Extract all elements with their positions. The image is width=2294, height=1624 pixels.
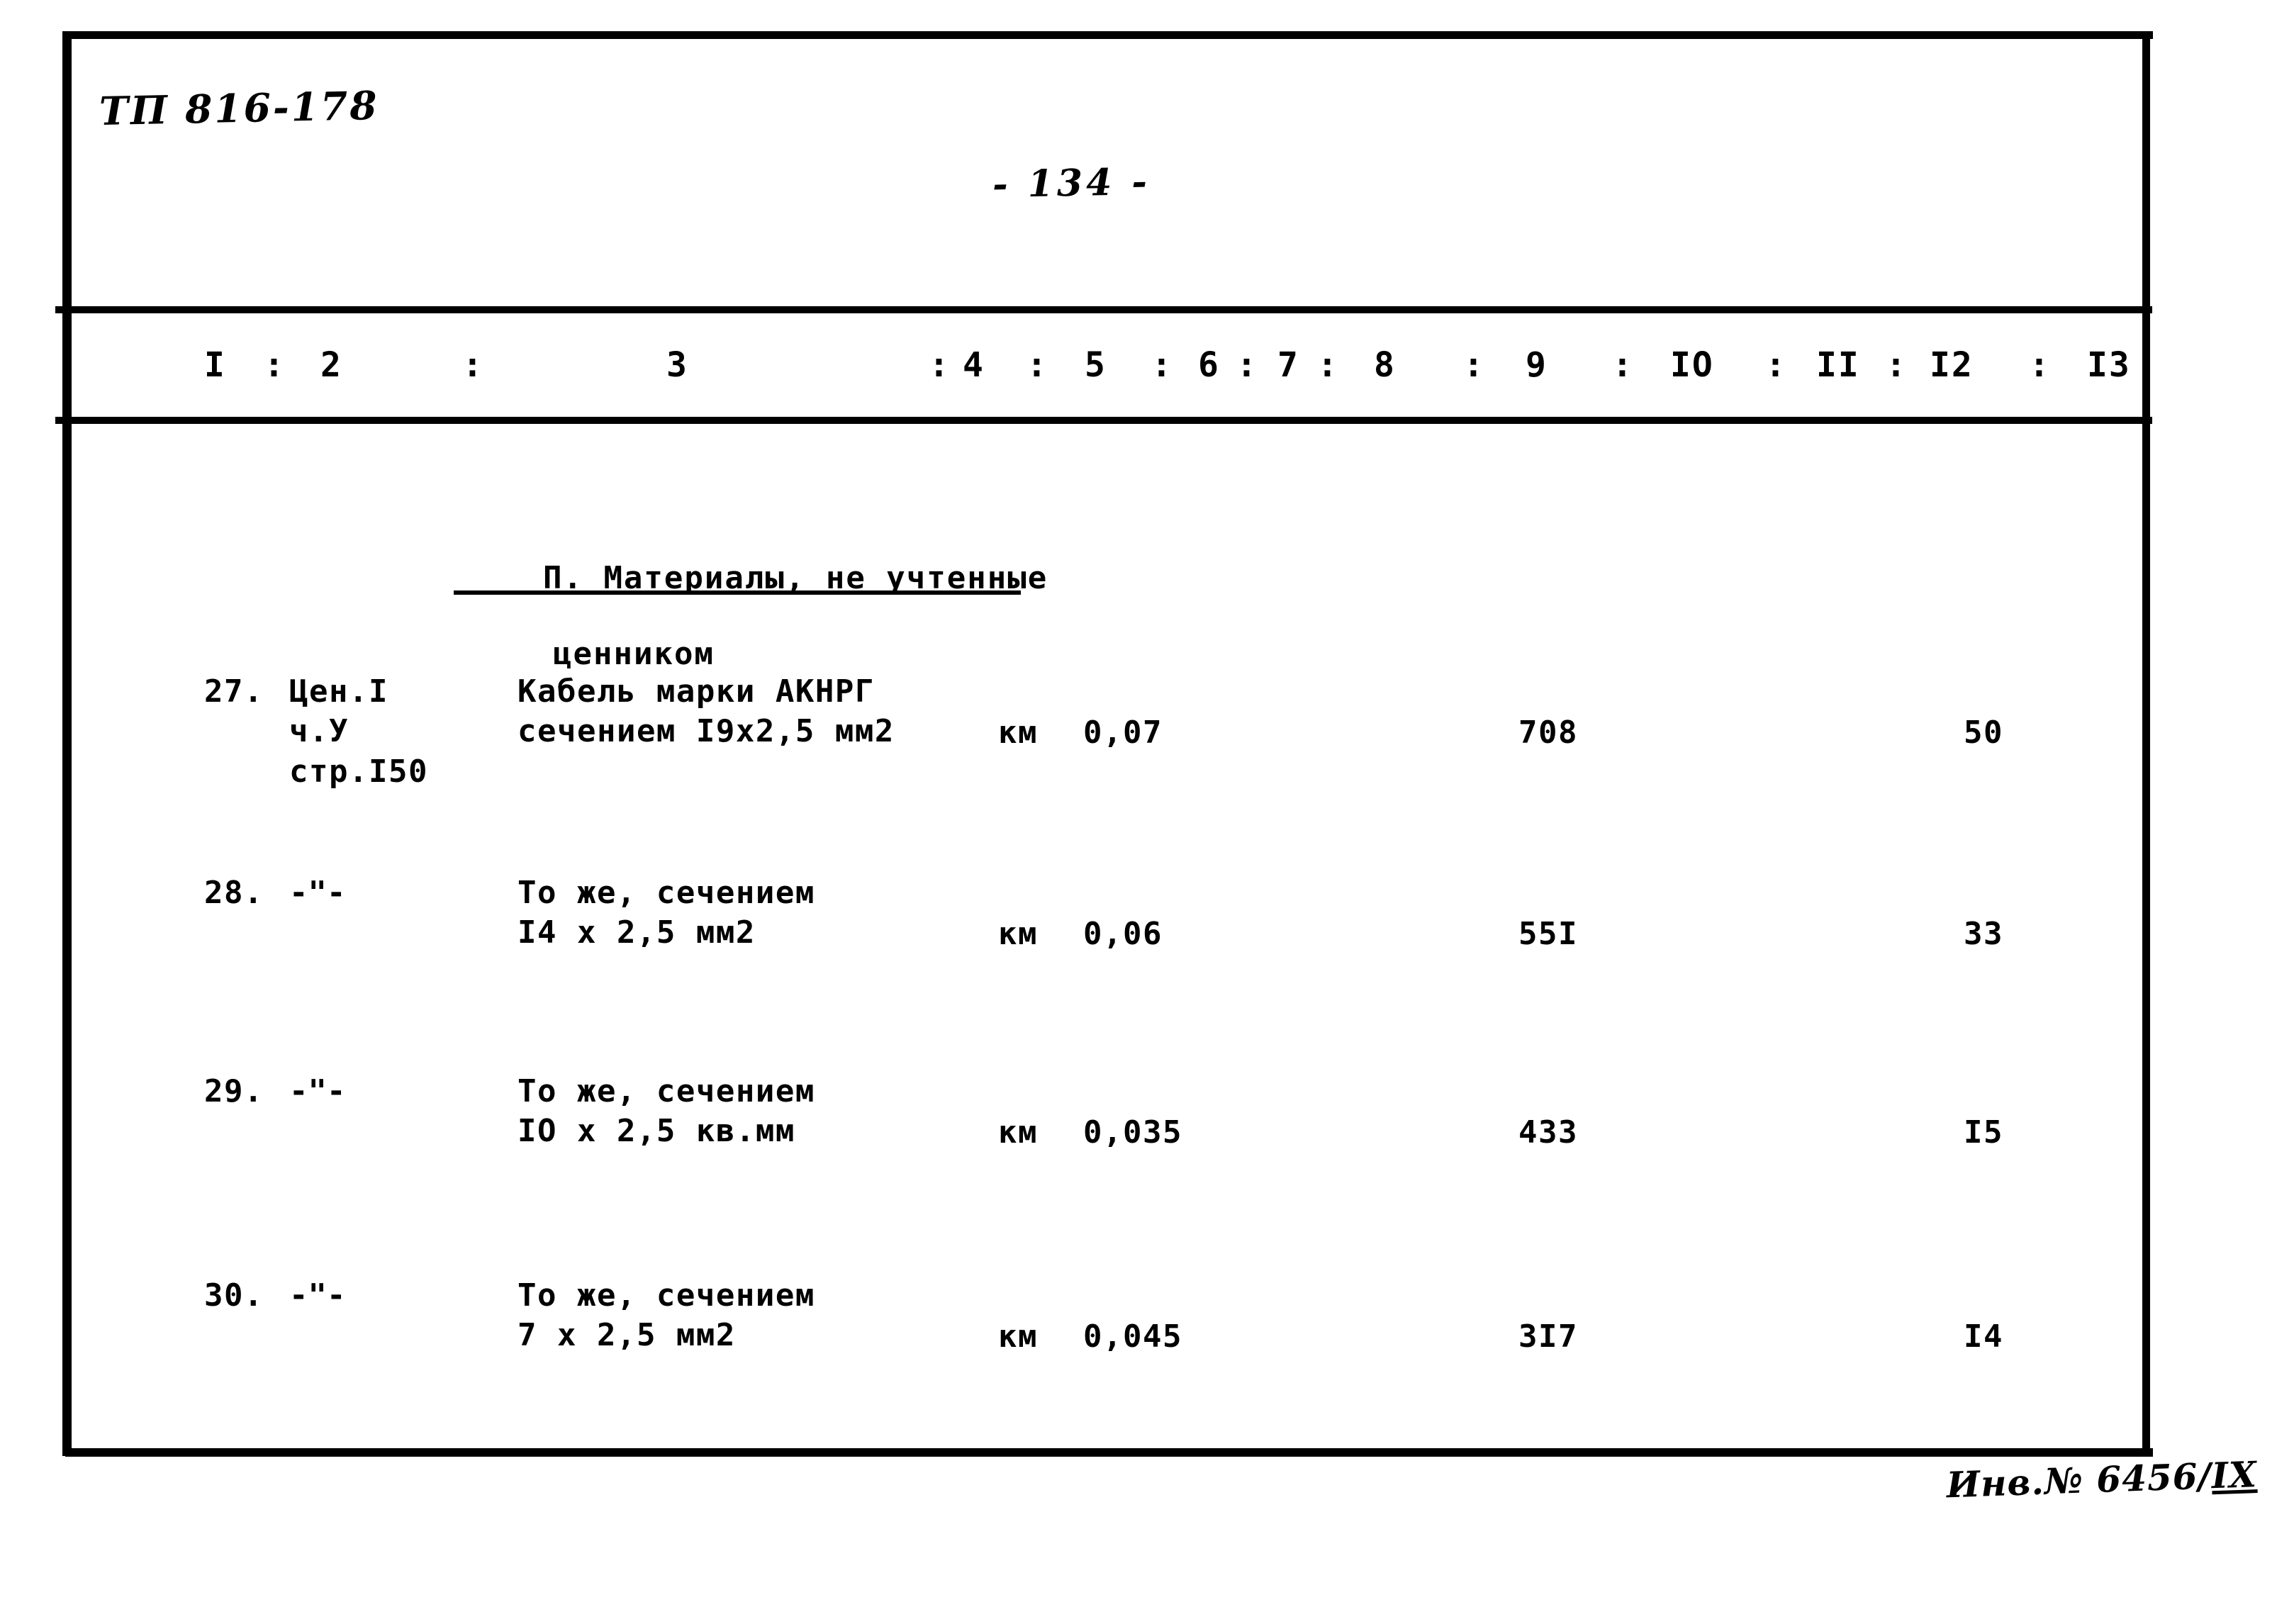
row-price: 433 (1518, 1114, 1578, 1150)
row-total: 33 (1964, 916, 2003, 952)
column-header-separator: : (264, 345, 286, 385)
header-row-bottom-rule (55, 417, 2152, 424)
row-price: 55I (1518, 916, 1578, 952)
row-price: 3I7 (1518, 1318, 1578, 1355)
row-total: I5 (1964, 1114, 2003, 1150)
row-description-line-1: То же, сечением (517, 1277, 815, 1314)
column-header-separator: : (462, 345, 484, 385)
row-description-line-2: IO х 2,5 кв.мм (517, 1113, 795, 1150)
row-description: Кабель марки АКНРГ сечением I9х2,5 мм2 (517, 672, 895, 752)
row-reference: -"- (289, 1072, 345, 1111)
inventory-number-roman: IX (2210, 1453, 2258, 1497)
column-header-number: 9 (1526, 345, 1548, 385)
column-header-separator: : (929, 345, 951, 385)
column-header-number: 6 (1198, 345, 1220, 385)
document-code: ТП 816-178 (99, 82, 380, 135)
column-header-number: 3 (666, 345, 688, 385)
row-reference: -"- (289, 873, 345, 913)
row-unit: км (998, 715, 1038, 751)
section-heading-line-2: ценником (553, 636, 715, 673)
column-header-separator: : (1026, 345, 1048, 385)
row-total: I4 (1964, 1318, 2003, 1355)
frame-top-border (65, 31, 2153, 39)
row-unit: км (998, 1318, 1038, 1355)
column-header-number: 5 (1085, 345, 1107, 385)
row-description-line-2: сечением I9х2,5 мм2 (517, 713, 895, 750)
column-header-number: 2 (320, 345, 342, 385)
inventory-number-prefix: Инв.№ 6456/ (1945, 1455, 2212, 1506)
row-quantity: 0,035 (1083, 1114, 1182, 1150)
column-header-number: I (204, 345, 226, 385)
row-unit: км (998, 916, 1038, 952)
column-header-number: IO (1670, 345, 1714, 385)
row-reference-line-2: ч.У (289, 713, 349, 750)
row-number: 27. (204, 673, 264, 710)
column-header-separator: : (1151, 345, 1173, 385)
row-reference: Цен.I ч.У стр.I50 (289, 672, 428, 792)
row-description-line-1: Кабель марки АКНРГ (517, 673, 875, 710)
row-reference-line-1: -"- (289, 1277, 346, 1314)
row-number: 28. (204, 875, 264, 911)
scanned-page: ТП 816-178 - 134 - I:2:3:4:5:6:7:8:9: IO:… (0, 0, 2294, 1624)
column-header-separator: : (2029, 345, 2051, 385)
inventory-number: Инв.№ 6456/IX (1892, 1411, 2259, 1550)
header-row-top-rule (55, 306, 2152, 313)
row-unit: км (998, 1114, 1038, 1150)
column-header-separator: : (1236, 345, 1258, 385)
row-quantity: 0,06 (1083, 916, 1163, 952)
column-header-number: 8 (1374, 345, 1396, 385)
row-reference-line-1: -"- (289, 875, 346, 911)
row-quantity: 0,07 (1083, 715, 1163, 751)
row-description-line-1: То же, сечением (517, 875, 815, 911)
column-header-separator: : (1463, 345, 1485, 385)
row-reference-line-1: -"- (289, 1073, 346, 1109)
section-heading-underline (454, 590, 1021, 595)
row-number: 30. (204, 1277, 264, 1314)
column-header-separator: : (1317, 345, 1339, 385)
row-total: 50 (1964, 715, 2003, 751)
row-number: 29. (204, 1073, 264, 1109)
column-header-number: 4 (963, 345, 985, 385)
column-header-number: I3 (2087, 345, 2131, 385)
frame-left-border (62, 31, 72, 1456)
row-reference-line-1: Цен.I (289, 673, 388, 710)
row-description: То же, сечением 7 х 2,5 мм2 (517, 1276, 815, 1356)
column-header-separator: : (1612, 345, 1634, 385)
frame-right-border (2142, 33, 2150, 1456)
frame-bottom-border (65, 1448, 2153, 1457)
column-header-number: 7 (1277, 345, 1299, 385)
column-header-number: II (1816, 345, 1860, 385)
row-quantity: 0,045 (1083, 1318, 1182, 1355)
row-reference: -"- (289, 1276, 345, 1316)
column-header-number: I2 (1930, 345, 1974, 385)
row-description-line-2: 7 х 2,5 мм2 (517, 1317, 736, 1354)
row-description: То же, сечением I4 х 2,5 мм2 (517, 873, 815, 953)
column-header-separator: : (1765, 345, 1787, 385)
page-number: - 134 - (992, 160, 1151, 206)
row-description-line-1: То же, сечением (517, 1073, 815, 1109)
column-header-separator: : (1886, 345, 1908, 385)
row-description: То же, сечением IO х 2,5 кв.мм (517, 1072, 815, 1152)
row-reference-line-3: стр.I50 (289, 753, 428, 790)
row-price: 708 (1518, 715, 1578, 751)
row-description-line-2: I4 х 2,5 мм2 (517, 914, 756, 951)
